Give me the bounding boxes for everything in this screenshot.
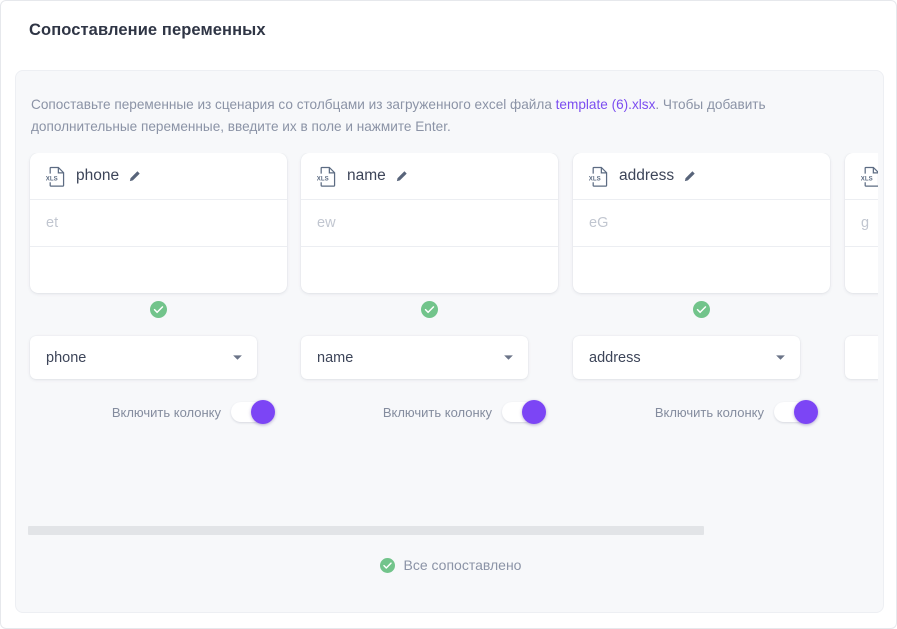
column-toggle-row-4: Включить колонку <box>845 402 878 422</box>
column-select-1[interactable]: phone <box>30 336 257 379</box>
toggle-label: Включить колонку <box>382 404 492 420</box>
panel-description: Сопоставьте переменные из сценария со ст… <box>31 94 841 138</box>
variable-mapping-window: Сопоставление переменных Сопоставьте пер… <box>0 0 897 629</box>
svg-text:XLS: XLS <box>589 175 601 182</box>
variable-card-footer <box>573 247 830 292</box>
column-status <box>573 301 830 318</box>
xls-file-icon: XLS <box>317 166 336 187</box>
variable-card-header: XLS <box>845 153 878 200</box>
toggle-knob <box>522 400 546 424</box>
edit-pencil-icon[interactable] <box>395 170 408 183</box>
column-mapping-2: XLS name ew name Включить колонку <box>301 153 572 424</box>
column-toggle-row-2: Включить колонку <box>301 400 546 424</box>
variable-sample-value: g <box>845 200 878 247</box>
xls-file-icon: XLS <box>861 166 878 187</box>
column-toggle-row-3: Включить колонку <box>573 400 818 424</box>
include-column-toggle[interactable] <box>774 400 818 424</box>
column-select-4[interactable] <box>845 336 878 379</box>
column-mapping-4: XLS g <box>845 153 878 379</box>
column-select-2[interactable]: name <box>301 336 528 379</box>
footer-divider <box>46 612 883 613</box>
columns-scroll-viewport: XLS phone et phone Включить колонку XLS … <box>16 153 878 528</box>
columns-track: XLS phone et phone Включить колонку XLS … <box>16 153 878 528</box>
column-select-value: phone <box>46 349 87 366</box>
toggle-label: Включить колонку <box>111 404 221 420</box>
variable-card-footer <box>845 247 878 292</box>
variable-card: XLS phone et <box>30 153 287 293</box>
edit-pencil-icon[interactable] <box>683 170 696 183</box>
column-status <box>30 301 287 318</box>
variable-card: XLS g <box>845 153 878 293</box>
uploaded-file-link[interactable]: template (6).xlsx <box>556 97 656 112</box>
variable-card-header: XLS phone <box>30 153 287 200</box>
green-check-icon <box>150 301 167 318</box>
column-status <box>845 301 878 318</box>
svg-text:XLS: XLS <box>861 175 873 182</box>
variable-card-footer <box>301 247 558 292</box>
column-select-3[interactable]: address <box>573 336 800 379</box>
column-mapping-3: XLS address eG address Включить колонку <box>573 153 844 424</box>
variable-card: XLS address eG <box>573 153 830 293</box>
column-select-value: name <box>317 349 354 366</box>
chevron-down-icon <box>504 355 513 360</box>
chevron-down-icon <box>233 355 242 360</box>
column-select-value: address <box>589 349 641 366</box>
include-column-toggle[interactable] <box>502 400 546 424</box>
svg-text:XLS: XLS <box>46 175 58 182</box>
mapping-panel: Сопоставьте переменные из сценария со ст… <box>15 70 884 613</box>
variable-card-header: XLS address <box>573 153 830 200</box>
page-title: Сопоставление переменных <box>29 21 266 39</box>
variable-sample-value: ew <box>301 200 558 247</box>
horizontal-scrollbar[interactable] <box>28 526 871 535</box>
xls-file-icon: XLS <box>46 166 65 187</box>
toggle-label: Включить колонку <box>654 404 764 420</box>
xls-file-icon: XLS <box>589 166 608 187</box>
variable-sample-value: et <box>30 200 287 247</box>
variable-name: phone <box>76 167 120 184</box>
variable-name: address <box>619 167 675 184</box>
toggle-knob <box>794 400 818 424</box>
all-mapped-status: Все сопоставлено <box>16 557 883 573</box>
column-toggle-row-1: Включить колонку <box>30 400 275 424</box>
green-check-icon <box>421 301 438 318</box>
variable-name: name <box>347 167 386 184</box>
green-check-icon <box>379 557 395 573</box>
svg-text:XLS: XLS <box>317 175 329 182</box>
variable-card: XLS name ew <box>301 153 558 293</box>
green-check-icon <box>693 301 710 318</box>
chevron-down-icon <box>776 355 785 360</box>
toggle-knob <box>251 400 275 424</box>
edit-pencil-icon[interactable] <box>128 170 141 183</box>
variable-card-footer <box>30 247 287 292</box>
variable-sample-value: eG <box>573 200 830 247</box>
horizontal-scrollbar-thumb[interactable] <box>28 526 704 535</box>
description-text-before-link: Сопоставьте переменные из сценария со ст… <box>31 97 556 112</box>
variable-card-header: XLS name <box>301 153 558 200</box>
column-status <box>301 301 558 318</box>
column-mapping-1: XLS phone et phone Включить колонку <box>30 153 301 424</box>
all-mapped-label: Все сопоставлено <box>403 557 522 573</box>
include-column-toggle[interactable] <box>231 400 275 424</box>
